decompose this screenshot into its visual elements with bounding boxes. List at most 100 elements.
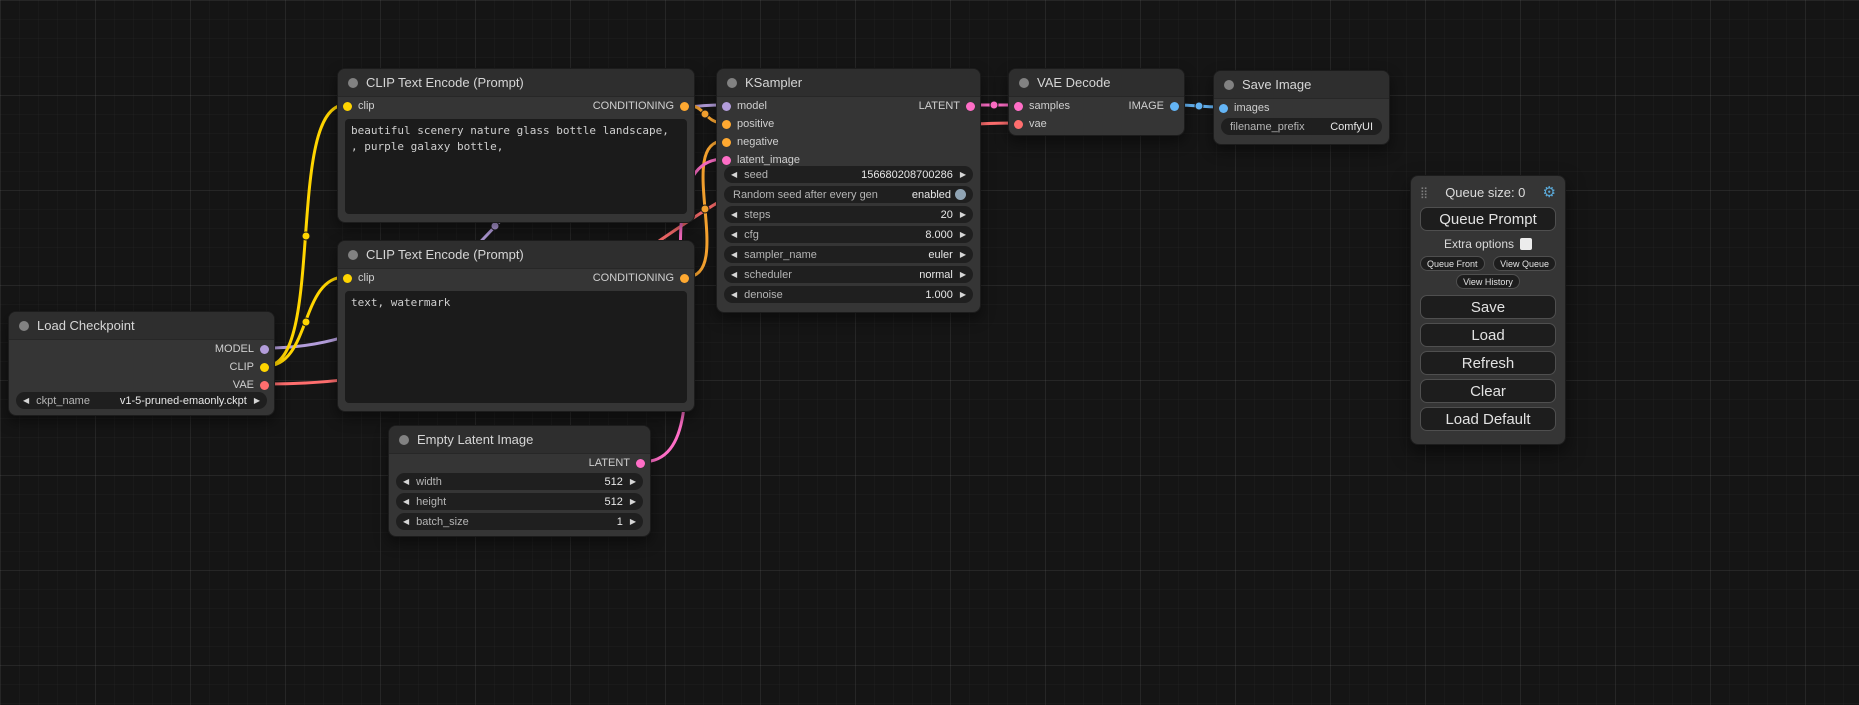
- save-button[interactable]: Save: [1420, 295, 1556, 319]
- widget-random-seed-toggle[interactable]: Random seed after every gen enabled: [724, 186, 973, 203]
- widget-batch-size[interactable]: ◀ batch_size 1 ▶: [396, 513, 643, 530]
- clear-button[interactable]: Clear: [1420, 379, 1556, 403]
- node-title-bar[interactable]: Load Checkpoint: [9, 312, 274, 340]
- increment-arrow-icon[interactable]: ▶: [254, 397, 260, 405]
- queue-front-button[interactable]: Queue Front: [1420, 256, 1485, 271]
- node-title-bar[interactable]: CLIP Text Encode (Prompt): [338, 69, 694, 97]
- port-dot[interactable]: [260, 363, 269, 372]
- refresh-button[interactable]: Refresh: [1420, 351, 1556, 375]
- prompt-text-area[interactable]: beautiful scenery nature glass bottle la…: [345, 119, 687, 214]
- port-dot[interactable]: [1219, 104, 1228, 113]
- port-dot[interactable]: [722, 102, 731, 111]
- node-title-bar[interactable]: VAE Decode: [1009, 69, 1184, 97]
- input-port-images[interactable]: images: [1219, 99, 1269, 117]
- decrement-arrow-icon[interactable]: ◀: [23, 397, 29, 405]
- decrement-arrow-icon[interactable]: ◀: [403, 478, 409, 486]
- view-queue-button[interactable]: View Queue: [1493, 256, 1556, 271]
- port-dot[interactable]: [680, 102, 689, 111]
- port-dot[interactable]: [343, 102, 352, 111]
- increment-arrow-icon[interactable]: ▶: [960, 171, 966, 179]
- increment-arrow-icon[interactable]: ▶: [960, 231, 966, 239]
- increment-arrow-icon[interactable]: ▶: [960, 271, 966, 279]
- prompt-text-area[interactable]: text, watermark: [345, 291, 687, 403]
- output-port-model[interactable]: MODEL: [215, 340, 269, 358]
- node-title-bar[interactable]: CLIP Text Encode (Prompt): [338, 241, 694, 269]
- widget-scheduler[interactable]: ◀ scheduler normal ▶: [724, 266, 973, 283]
- input-port-vae[interactable]: vae: [1014, 115, 1047, 133]
- collapse-dot-icon[interactable]: [727, 78, 737, 88]
- collapse-dot-icon[interactable]: [348, 250, 358, 260]
- widget-denoise[interactable]: ◀ denoise 1.000 ▶: [724, 286, 973, 303]
- widget-width[interactable]: ◀ width 512 ▶: [396, 473, 643, 490]
- queue-prompt-button[interactable]: Queue Prompt: [1420, 207, 1556, 231]
- input-port-positive[interactable]: positive: [722, 115, 774, 133]
- port-dot[interactable]: [722, 138, 731, 147]
- input-port-clip[interactable]: clip: [343, 97, 375, 115]
- widget-filename-prefix[interactable]: filename_prefix ComfyUI: [1221, 118, 1382, 135]
- input-port-clip[interactable]: clip: [343, 269, 375, 287]
- settings-gear-icon[interactable]: ⚙: [1543, 185, 1556, 200]
- collapse-dot-icon[interactable]: [1224, 80, 1234, 90]
- port-dot[interactable]: [260, 345, 269, 354]
- increment-arrow-icon[interactable]: ▶: [630, 498, 636, 506]
- node-vae-decode[interactable]: VAE Decode samples vae IMAGE: [1008, 68, 1185, 136]
- collapse-dot-icon[interactable]: [1019, 78, 1029, 88]
- increment-arrow-icon[interactable]: ▶: [630, 518, 636, 526]
- port-dot[interactable]: [1014, 102, 1023, 111]
- port-dot[interactable]: [260, 381, 269, 390]
- increment-arrow-icon[interactable]: ▶: [960, 291, 966, 299]
- drag-handle-icon[interactable]: ⣿: [1420, 186, 1428, 199]
- toggle-dot[interactable]: [955, 189, 966, 200]
- output-port-clip[interactable]: CLIP: [230, 358, 269, 376]
- port-dot[interactable]: [966, 102, 975, 111]
- node-title-bar[interactable]: KSampler: [717, 69, 980, 97]
- port-dot[interactable]: [680, 274, 689, 283]
- port-dot[interactable]: [722, 120, 731, 129]
- port-dot[interactable]: [636, 459, 645, 468]
- decrement-arrow-icon[interactable]: ◀: [403, 498, 409, 506]
- output-port-conditioning[interactable]: CONDITIONING: [593, 269, 689, 287]
- decrement-arrow-icon[interactable]: ◀: [731, 171, 737, 179]
- widget-cfg[interactable]: ◀ cfg 8.000 ▶: [724, 226, 973, 243]
- output-port-image[interactable]: IMAGE: [1129, 97, 1179, 115]
- node-title-bar[interactable]: Save Image: [1214, 71, 1389, 99]
- widget-sampler-name[interactable]: ◀ sampler_name euler ▶: [724, 246, 973, 263]
- widget-steps[interactable]: ◀ steps 20 ▶: [724, 206, 973, 223]
- decrement-arrow-icon[interactable]: ◀: [403, 518, 409, 526]
- input-port-negative[interactable]: negative: [722, 133, 779, 151]
- increment-arrow-icon[interactable]: ▶: [630, 478, 636, 486]
- view-history-button[interactable]: View History: [1456, 274, 1520, 289]
- input-port-samples[interactable]: samples: [1014, 97, 1070, 115]
- node-ksampler[interactable]: KSampler model positive negative latent_…: [716, 68, 981, 313]
- output-port-conditioning[interactable]: CONDITIONING: [593, 97, 689, 115]
- decrement-arrow-icon[interactable]: ◀: [731, 231, 737, 239]
- port-dot[interactable]: [722, 156, 731, 165]
- extra-options-checkbox[interactable]: [1520, 238, 1532, 250]
- widget-seed[interactable]: ◀ seed 156680208700286 ▶: [724, 166, 973, 183]
- port-dot[interactable]: [343, 274, 352, 283]
- decrement-arrow-icon[interactable]: ◀: [731, 291, 737, 299]
- decrement-arrow-icon[interactable]: ◀: [731, 271, 737, 279]
- decrement-arrow-icon[interactable]: ◀: [731, 251, 737, 259]
- node-clip-text-encode-negative[interactable]: CLIP Text Encode (Prompt) clip CONDITION…: [337, 240, 695, 412]
- output-port-latent[interactable]: LATENT: [919, 97, 975, 115]
- decrement-arrow-icon[interactable]: ◀: [731, 211, 737, 219]
- node-clip-text-encode-positive[interactable]: CLIP Text Encode (Prompt) clip CONDITION…: [337, 68, 695, 223]
- input-port-model[interactable]: model: [722, 97, 767, 115]
- port-dot[interactable]: [1170, 102, 1179, 111]
- node-save-image[interactable]: Save Image images filename_prefix ComfyU…: [1213, 70, 1390, 145]
- load-button[interactable]: Load: [1420, 323, 1556, 347]
- node-load-checkpoint[interactable]: Load Checkpoint MODEL CLIP VAE ◀ ckpt_na…: [8, 311, 275, 416]
- output-port-latent[interactable]: LATENT: [589, 454, 645, 472]
- port-dot[interactable]: [1014, 120, 1023, 129]
- load-default-button[interactable]: Load Default: [1420, 407, 1556, 431]
- widget-height[interactable]: ◀ height 512 ▶: [396, 493, 643, 510]
- widget-ckpt-name[interactable]: ◀ ckpt_name v1-5-pruned-emaonly.ckpt ▶: [16, 392, 267, 409]
- collapse-dot-icon[interactable]: [399, 435, 409, 445]
- node-title-bar[interactable]: Empty Latent Image: [389, 426, 650, 454]
- collapse-dot-icon[interactable]: [19, 321, 29, 331]
- increment-arrow-icon[interactable]: ▶: [960, 211, 966, 219]
- collapse-dot-icon[interactable]: [348, 78, 358, 88]
- node-empty-latent-image[interactable]: Empty Latent Image LATENT ◀ width 512 ▶ …: [388, 425, 651, 537]
- increment-arrow-icon[interactable]: ▶: [960, 251, 966, 259]
